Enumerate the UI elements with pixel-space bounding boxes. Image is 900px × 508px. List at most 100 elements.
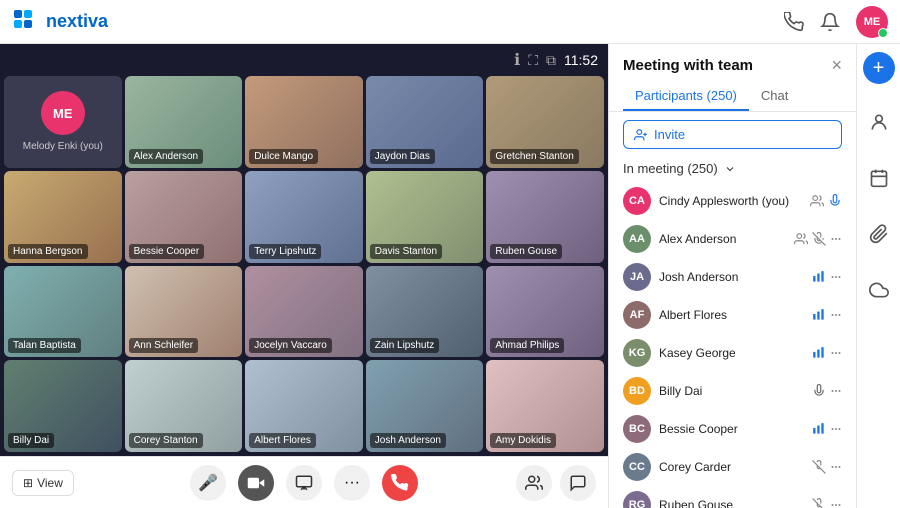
participant-item[interactable]: JA Josh Anderson <box>609 258 856 296</box>
video-toolbar: ℹ ⛶ ⧉ 11:52 <box>0 44 608 76</box>
participants-button[interactable] <box>516 465 552 501</box>
meeting-time: 11:52 <box>564 52 598 68</box>
video-grid: ME Melody Enki (you) Alex Anderson Dulce… <box>0 76 608 456</box>
participant-item[interactable]: RG Ruben Gouse <box>609 486 856 508</box>
invite-button[interactable]: Invite <box>623 120 842 149</box>
logo: nextiva <box>12 8 108 36</box>
participant-name: Albert Flores <box>659 308 804 322</box>
video-cell: Talan Baptista <box>4 266 122 358</box>
video-cell: Dulce Mango <box>245 76 363 168</box>
video-cell: Albert Flores <box>245 360 363 452</box>
tab-chat[interactable]: Chat <box>749 82 800 111</box>
participants-list: CA Cindy Applesworth (you) AA Alex Ander… <box>609 182 856 508</box>
video-label: Zain Lipshutz <box>370 338 439 353</box>
in-meeting-label: In meeting (250) <box>623 161 718 176</box>
cloud-icon[interactable] <box>861 272 897 308</box>
tab-participants[interactable]: Participants (250) <box>623 82 749 111</box>
video-cell: Hanna Bergson <box>4 171 122 263</box>
participant-name: Alex Anderson <box>659 232 786 246</box>
video-cell: Terry Lipshutz <box>245 171 363 263</box>
invite-label: Invite <box>654 127 685 142</box>
participant-item[interactable]: AA Alex Anderson <box>609 220 856 258</box>
participant-icons <box>812 384 842 398</box>
video-cell-self: ME Melody Enki (you) <box>4 76 122 168</box>
main-content: ℹ ⛶ ⧉ 11:52 ME Melody Enki (you) Alex An… <box>0 44 900 508</box>
participant-item[interactable]: BD Billy Dai <box>609 372 856 410</box>
video-cell: Amy Dokidis <box>486 360 604 452</box>
nextiva-logo-icon <box>12 8 40 36</box>
calendar-icon[interactable] <box>861 160 897 196</box>
video-cell: Corey Stanton <box>125 360 243 452</box>
participant-icons <box>810 194 842 208</box>
participant-icons <box>812 498 842 508</box>
paperclip-icon[interactable] <box>861 216 897 252</box>
self-name: Melody Enki (you) <box>23 141 103 152</box>
video-label: Hanna Bergson <box>8 244 88 259</box>
video-label: Ruben Gouse <box>490 244 562 259</box>
right-panel: Meeting with team × Participants (250) C… <box>608 44 856 508</box>
participant-name: Billy Dai <box>659 384 804 398</box>
video-cell: Jocelyn Vaccaro <box>245 266 363 358</box>
phone-icon[interactable] <box>784 12 804 32</box>
participant-name: Ruben Gouse <box>659 498 804 508</box>
participant-avatar: BC <box>623 415 651 443</box>
video-cell: Alex Anderson <box>125 76 243 168</box>
participant-item[interactable]: BC Bessie Cooper <box>609 410 856 448</box>
video-button[interactable] <box>238 465 274 501</box>
participant-icons <box>812 460 842 474</box>
popout-icon[interactable]: ⧉ <box>546 52 556 69</box>
navbar-icons: ME <box>784 6 888 38</box>
in-meeting-header[interactable]: In meeting (250) <box>609 157 856 182</box>
expand-icon[interactable]: ⛶ <box>528 52 538 69</box>
ctrl-right <box>516 465 596 501</box>
view-button[interactable]: ⊞ View <box>12 470 74 496</box>
participant-icons <box>812 422 842 436</box>
far-right-sidebar: + <box>856 44 900 508</box>
panel-header: Meeting with team × <box>609 44 856 74</box>
info-icon[interactable]: ℹ <box>514 50 520 70</box>
participant-item[interactable]: KG Kasey George <box>609 334 856 372</box>
video-label: Bessie Cooper <box>129 244 205 259</box>
panel-close-button[interactable]: × <box>831 56 842 74</box>
bell-icon[interactable] <box>820 12 840 32</box>
video-cell: Ann Schleifer <box>125 266 243 358</box>
more-button[interactable]: ··· <box>334 465 370 501</box>
video-label: Ann Schleifer <box>129 338 198 353</box>
panel-tabs: Participants (250) Chat <box>609 74 856 112</box>
participant-name: Cindy Applesworth (you) <box>659 194 802 208</box>
video-label: Talan Baptista <box>8 338 81 353</box>
video-label: Gretchen Stanton <box>490 149 578 164</box>
participant-item[interactable]: CC Corey Carder <box>609 448 856 486</box>
user-avatar[interactable]: ME <box>856 6 888 38</box>
panel-title: Meeting with team <box>623 57 753 74</box>
mic-button[interactable]: 🎤 <box>190 465 226 501</box>
participant-item[interactable]: AF Albert Flores <box>609 296 856 334</box>
video-label: Amy Dokidis <box>490 433 556 448</box>
person-icon[interactable] <box>861 104 897 140</box>
participant-item[interactable]: CA Cindy Applesworth (you) <box>609 182 856 220</box>
video-label: Billy Dai <box>8 433 54 448</box>
add-button[interactable]: + <box>863 52 895 84</box>
participant-avatar: RG <box>623 491 651 508</box>
participant-name: Kasey George <box>659 346 804 360</box>
video-cell: Zain Lipshutz <box>366 266 484 358</box>
video-label: Albert Flores <box>249 433 316 448</box>
end-call-button[interactable] <box>382 465 418 501</box>
navbar: nextiva ME <box>0 0 900 44</box>
participant-avatar: KG <box>623 339 651 367</box>
video-cell: Gretchen Stanton <box>486 76 604 168</box>
participant-name: Bessie Cooper <box>659 422 804 436</box>
video-cell: Ruben Gouse <box>486 171 604 263</box>
participant-avatar: AA <box>623 225 651 253</box>
participant-name: Josh Anderson <box>659 270 804 284</box>
video-label: Corey Stanton <box>129 433 203 448</box>
participant-icons <box>794 232 842 246</box>
video-cell: Ahmad Philips <box>486 266 604 358</box>
participant-avatar: BD <box>623 377 651 405</box>
share-button[interactable] <box>286 465 322 501</box>
self-avatar: ME <box>41 91 85 135</box>
chat-button[interactable] <box>560 465 596 501</box>
video-label: Jocelyn Vaccaro <box>249 338 332 353</box>
video-cell: Josh Anderson <box>366 360 484 452</box>
participant-icons <box>812 270 842 284</box>
